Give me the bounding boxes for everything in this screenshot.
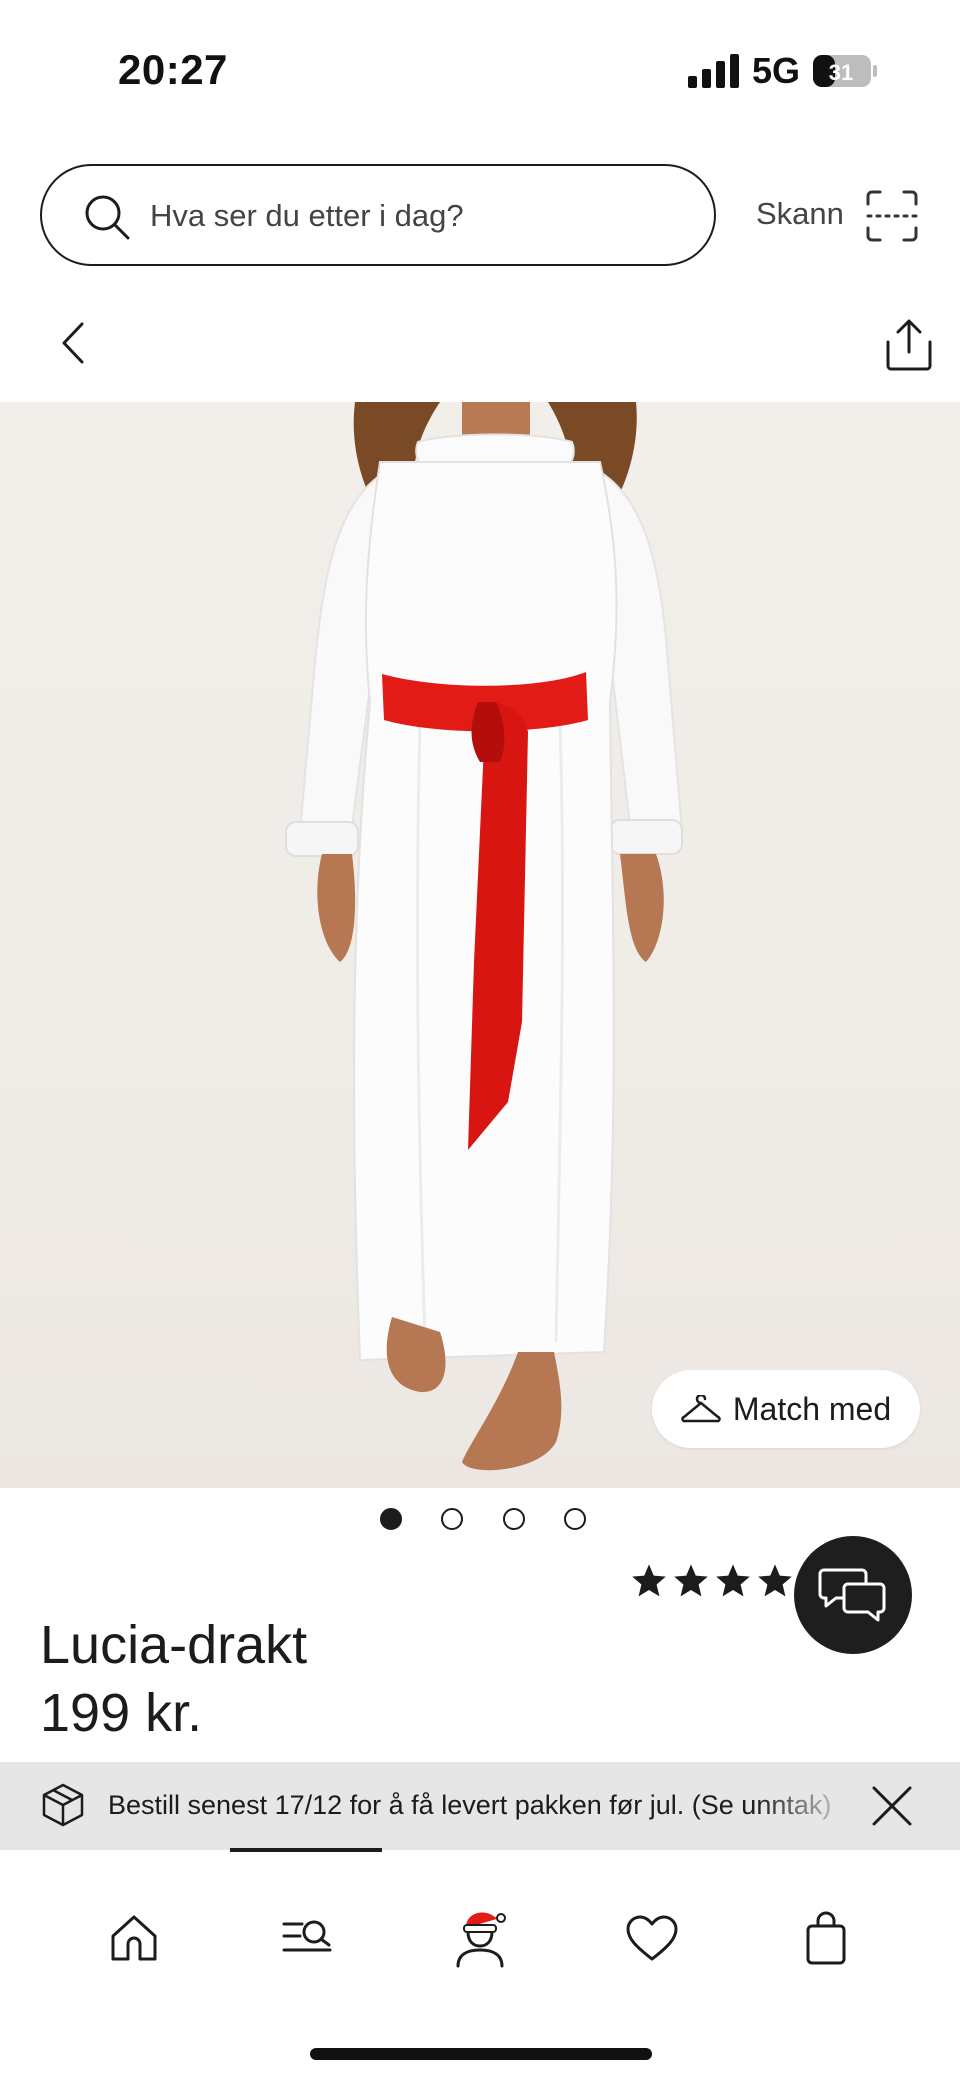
tab-home[interactable]	[94, 1898, 174, 1978]
hanger-icon	[681, 1395, 721, 1423]
pagination-dot-3[interactable]	[502, 1508, 525, 1530]
rating-stars[interactable]	[630, 1562, 794, 1600]
network-type: 5G	[752, 50, 801, 91]
battery-level: 31	[829, 60, 853, 85]
back-chevron-icon[interactable]	[54, 318, 94, 368]
pagination-dot-4[interactable]	[563, 1508, 586, 1530]
star-icon	[674, 1564, 708, 1597]
star-icon	[716, 1564, 750, 1597]
delivery-info-text: Bestill senest 17/12 for å få levert pak…	[108, 1790, 832, 1820]
status-time: 20:27	[118, 46, 228, 93]
tab-favorites[interactable]	[612, 1898, 692, 1978]
pagination-dot-1[interactable]	[380, 1508, 402, 1530]
image-pagination[interactable]	[380, 1508, 586, 1532]
scan-icon[interactable]	[866, 190, 918, 242]
star-icon	[758, 1564, 792, 1597]
chat-button[interactable]	[794, 1536, 912, 1654]
search-input[interactable]	[150, 186, 690, 246]
star-icon	[632, 1564, 666, 1597]
browse-search-icon	[282, 1920, 332, 1952]
package-icon	[42, 1783, 84, 1827]
heart-icon	[626, 1915, 678, 1961]
home-icon	[111, 1915, 157, 1961]
cellular-signal-icon	[688, 54, 739, 88]
bottom-tab-bar	[0, 1852, 960, 2081]
search-icon	[85, 195, 130, 240]
product-title: Lucia-drakt	[40, 1615, 308, 1675]
tab-cart[interactable]	[786, 1898, 866, 1978]
scan-button-label[interactable]: Skann	[756, 196, 844, 232]
match-with-label: Match med	[732, 1390, 892, 1427]
delivery-info-banner[interactable]: Bestill senest 17/12 for å få levert pak…	[0, 1762, 960, 1850]
home-indicator[interactable]	[310, 2048, 652, 2060]
pagination-dot-2[interactable]	[441, 1508, 464, 1530]
status-bar: 20:27 5G 31	[0, 0, 960, 140]
battery-icon: 31	[813, 55, 877, 87]
banner-text-fade	[756, 1762, 856, 1850]
tab-profile[interactable]	[440, 1898, 520, 1978]
product-image[interactable]	[0, 402, 960, 1488]
chat-bubbles-icon	[818, 1568, 886, 1622]
match-with-button[interactable]: Match med	[652, 1370, 920, 1448]
shopping-bag-icon	[806, 1911, 846, 1965]
product-photo-illustration	[285, 402, 684, 1471]
tab-browse[interactable]	[268, 1898, 348, 1978]
close-icon[interactable]	[866, 1780, 918, 1832]
santa-profile-icon	[456, 1912, 506, 1968]
share-icon[interactable]	[884, 318, 934, 372]
search-bar[interactable]	[40, 164, 716, 266]
product-price: 199 kr.	[40, 1683, 203, 1743]
